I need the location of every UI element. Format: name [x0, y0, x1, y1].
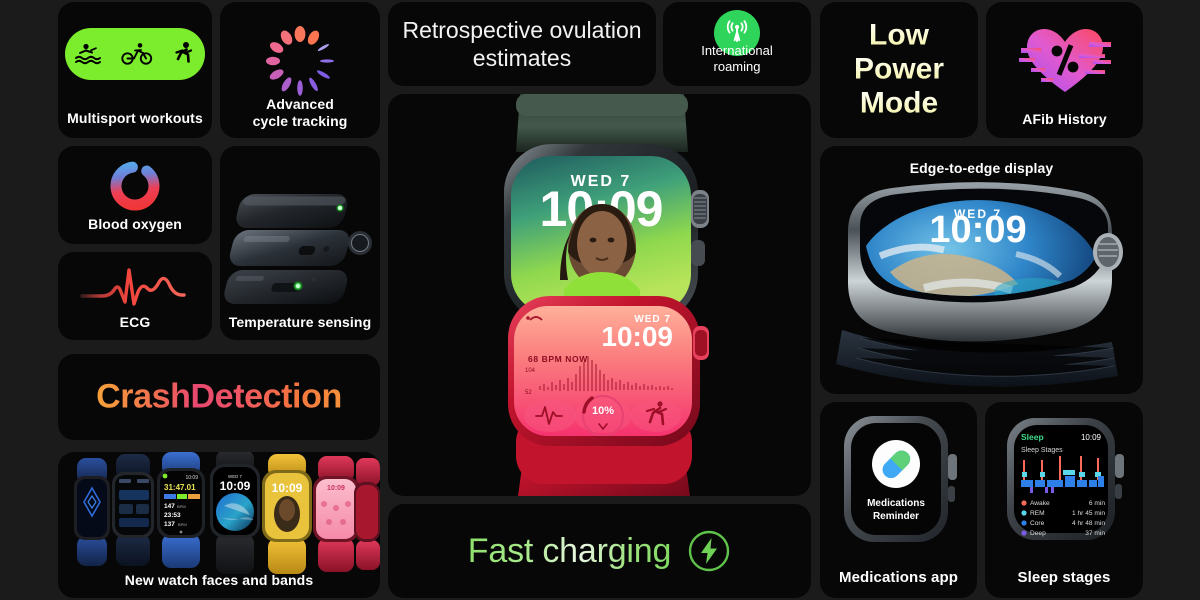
- exploded-watch-sensors-photo: [220, 146, 380, 340]
- card-hero-watches[interactable]: WED 7 10:09: [388, 94, 811, 496]
- bike-icon: [121, 43, 153, 65]
- card-afib-history[interactable]: AFib History: [986, 2, 1143, 138]
- card-fast-charging[interactable]: Fast charging: [388, 504, 811, 598]
- roaming-line2: roaming: [713, 59, 761, 75]
- run-icon: [175, 42, 193, 63]
- svg-text:68 BPM NOW: 68 BPM NOW: [528, 354, 588, 364]
- crash-detection-text: CrashDetection: [58, 378, 380, 417]
- low-power-line2: Power: [820, 53, 978, 87]
- svg-text:10:09: 10:09: [601, 321, 673, 352]
- hero-watch-photo: WED 7 10:09: [388, 94, 811, 496]
- svg-text:104: 104: [525, 368, 536, 374]
- card-label-multisport: Multisport workouts: [67, 110, 203, 126]
- card-label-sleep-stages: Sleep stages: [1017, 569, 1111, 586]
- svg-text:31:47.01: 31:47.01: [164, 483, 196, 492]
- svg-text:4 hr 48 min: 4 hr 48 min: [1072, 520, 1105, 527]
- cycle-ring-icon: [259, 20, 341, 107]
- card-label-ecg: ECG: [119, 314, 151, 330]
- lightning-bolt-circle-icon: [689, 530, 730, 572]
- roaming-line1: International: [701, 42, 773, 58]
- ecg-waveform-icon: [80, 266, 190, 315]
- svg-text:10:09: 10:09: [1081, 433, 1102, 442]
- svg-text:10:09: 10:09: [272, 481, 303, 495]
- card-label-edge-display: Edge-to-edge display: [909, 160, 1054, 176]
- card-label-cycle-line2: cycle tracking: [252, 113, 348, 129]
- card-label-watch-faces: New watch faces and bands: [124, 572, 314, 588]
- svg-text:10:09: 10:09: [327, 485, 345, 492]
- card-international-roaming[interactable]: International roaming: [663, 2, 811, 86]
- card-label-blood-oxygen: Blood oxygen: [88, 216, 182, 232]
- card-medications-app[interactable]: Medications Reminder Medications app: [820, 402, 977, 598]
- card-temperature-sensing[interactable]: Temperature sensing: [220, 146, 380, 340]
- card-crash-detection[interactable]: CrashDetection: [58, 354, 380, 440]
- ovulation-line1: Retrospective ovulation: [402, 16, 642, 43]
- svg-text:BPM: BPM: [177, 504, 186, 509]
- svg-text:23:53: 23:53: [164, 512, 181, 519]
- svg-text:10:09: 10:09: [929, 209, 1026, 251]
- svg-text:147: 147: [164, 503, 175, 510]
- svg-text:Sleep: Sleep: [1021, 432, 1044, 442]
- svg-text:Deep: Deep: [1030, 530, 1046, 537]
- svg-text:Medications: Medications: [867, 498, 925, 509]
- card-multisport-workouts[interactable]: Multisport workouts: [58, 2, 212, 138]
- svg-text:Reminder: Reminder: [873, 511, 919, 522]
- multisport-pill: [65, 28, 205, 80]
- swim-icon: [74, 43, 101, 65]
- card-ecg[interactable]: ECG: [58, 252, 212, 340]
- card-label-medications: Medications app: [838, 569, 959, 586]
- svg-text:Sleep Stages: Sleep Stages: [1021, 447, 1063, 454]
- svg-text:Core: Core: [1030, 520, 1045, 527]
- card-label-cycle-line1: Advanced: [266, 96, 334, 112]
- card-label-afib: AFib History: [1022, 111, 1107, 127]
- svg-text:BPM: BPM: [178, 522, 187, 527]
- watch-earth-face-photo: WED 7 10:09: [820, 180, 1143, 394]
- fast-charging-text: Fast charging: [467, 531, 672, 570]
- card-blood-oxygen[interactable]: Blood oxygen: [58, 146, 212, 244]
- ovulation-line2: estimates: [472, 45, 572, 71]
- card-label-temperature: Temperature sensing: [228, 314, 372, 330]
- low-power-line1: Low: [820, 19, 978, 53]
- medications-watch-photo: Medications Reminder: [820, 402, 977, 564]
- low-power-line3: Mode: [820, 87, 978, 121]
- card-edge-to-edge-display[interactable]: Edge-to-edge display WED 7 10:09: [820, 146, 1143, 394]
- card-sleep-stages[interactable]: Sleep 10:09 Sleep Stages Awake 6 min REM…: [985, 402, 1143, 598]
- svg-text:6 min: 6 min: [1089, 500, 1105, 507]
- oxygen-ring-icon: [107, 158, 163, 219]
- svg-text:10%: 10%: [592, 405, 614, 417]
- card-watch-faces-bands[interactable]: 10:09 31:47.01 147 BPM 23:53 137 BPM WED…: [58, 452, 380, 598]
- svg-text:37 min: 37 min: [1085, 530, 1105, 537]
- svg-text:Awake: Awake: [1030, 500, 1050, 507]
- svg-text:REM: REM: [1030, 510, 1045, 517]
- glitch-heart-percent-icon: [1017, 18, 1113, 103]
- svg-text:52: 52: [525, 390, 532, 396]
- feature-grid: Multisport workouts Advanced cycle track…: [0, 0, 1200, 600]
- card-retrospective-ovulation[interactable]: Retrospective ovulation estimates: [388, 2, 656, 86]
- svg-text:1 hr 45 min: 1 hr 45 min: [1072, 510, 1105, 517]
- sleep-watch-photo: Sleep 10:09 Sleep Stages Awake 6 min REM…: [985, 402, 1143, 564]
- card-advanced-cycle-tracking[interactable]: Advanced cycle tracking: [220, 2, 380, 138]
- svg-text:137: 137: [164, 521, 175, 528]
- roaming-label: International roaming: [663, 43, 811, 76]
- svg-text:10:09: 10:09: [185, 475, 198, 481]
- svg-text:10:09: 10:09: [220, 479, 251, 493]
- card-low-power-mode[interactable]: Low Power Mode: [820, 2, 978, 138]
